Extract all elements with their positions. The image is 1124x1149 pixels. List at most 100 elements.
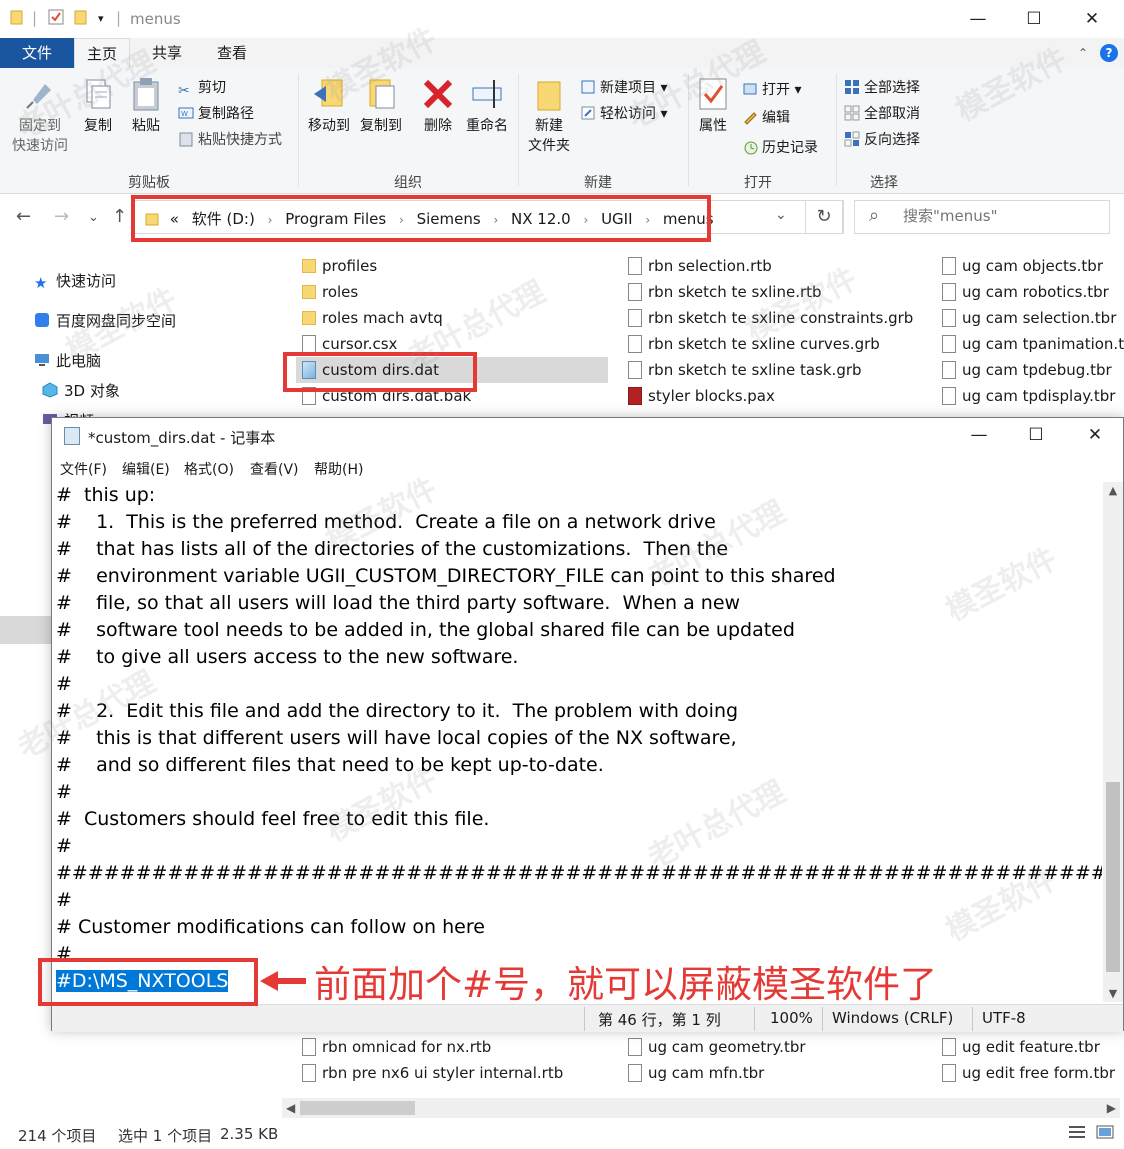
file-icon	[628, 309, 642, 327]
properties-button[interactable]: 属性	[694, 76, 732, 136]
customize-quick-access-icon[interactable]: ▾	[98, 12, 104, 25]
notepad-maximize-button[interactable]: ☐	[1023, 424, 1049, 446]
menu-view[interactable]: 查看(V)	[250, 459, 299, 479]
back-arrow-icon[interactable]: ←	[16, 206, 31, 227]
nav-3d-objects[interactable]: 3D 对象	[42, 380, 120, 401]
ribbon: 固定到 快速访问 复制 粘贴 ✂ 剪切 W 复制路径 粘贴快捷方式 剪贴板 移动到 …	[0, 68, 1124, 194]
list-item[interactable]: rbn sketch te sxline task.grb	[628, 357, 862, 383]
invert-selection-button[interactable]: 反向选择	[844, 130, 920, 150]
select-all-button[interactable]: 全部选择	[844, 78, 920, 98]
tab-home[interactable]: 主页	[74, 38, 131, 68]
tab-file[interactable]: 文件	[0, 38, 74, 68]
refresh-icon[interactable]: ↻	[805, 200, 843, 234]
move-to-button[interactable]: 移动到	[304, 76, 354, 136]
nav-this-pc[interactable]: 此电脑	[34, 350, 101, 371]
scroll-left-arrow-icon[interactable]: ◀	[286, 1098, 295, 1118]
maximize-button[interactable]: ☐	[1021, 8, 1047, 30]
paste-button[interactable]: 粘贴	[126, 76, 166, 136]
list-item[interactable]: roles	[302, 279, 358, 305]
history-button[interactable]: 历史记录	[742, 138, 818, 158]
rename-button[interactable]: 重命名	[462, 76, 512, 136]
nav-quick-access[interactable]: ★ 快速访问	[34, 270, 116, 292]
copy-path-button[interactable]: W 复制路径	[178, 104, 254, 124]
file-icon	[628, 335, 642, 353]
delete-button[interactable]: 删除	[418, 76, 458, 136]
list-item[interactable]: rbn selection.rtb	[628, 253, 772, 279]
item-count: 214 个项目	[18, 1127, 97, 1145]
minimize-button[interactable]: —	[965, 8, 991, 30]
menu-format[interactable]: 格式(O)	[184, 459, 234, 479]
copy-to-button[interactable]: 复制到	[356, 76, 406, 136]
list-item[interactable]: rbn pre nx6 ui styler internal.rtb	[302, 1060, 563, 1086]
large-icons-view-icon[interactable]	[1096, 1124, 1114, 1144]
file-icon	[942, 309, 956, 327]
list-item[interactable]: ug cam mfn.tbr	[628, 1060, 764, 1086]
recent-locations-chevron-icon[interactable]: ⌄	[88, 210, 99, 225]
text-line: # 2. Edit this file and add the director…	[56, 700, 739, 722]
scrollbar-thumb[interactable]	[1106, 782, 1120, 972]
edit-pencil-icon	[744, 112, 757, 125]
list-item[interactable]: rbn omnicad for nx.rtb	[302, 1034, 491, 1060]
list-item[interactable]: ug edit free form.tbr	[942, 1060, 1115, 1086]
collapse-ribbon-icon[interactable]: ⌃	[1074, 44, 1092, 62]
help-icon[interactable]: ?	[1100, 44, 1118, 62]
list-item[interactable]: ug cam selection.tbr	[942, 305, 1116, 331]
list-item[interactable]: rbn sketch te sxline curves.grb	[628, 331, 880, 357]
explorer-titlebar: | ▾ | menus — ☐ ✕	[0, 0, 1124, 38]
list-item[interactable]: roles mach avtq	[302, 305, 443, 331]
new-folder-quick-icon[interactable]	[74, 9, 88, 29]
file-icon	[628, 257, 642, 275]
tab-view[interactable]: 查看	[205, 38, 259, 68]
text-line: # Customer modifications can follow on h…	[56, 916, 485, 938]
list-item[interactable]: ug cam tpanimation.t	[942, 331, 1124, 357]
pin-quick-access-button[interactable]: 固定到 快速访问	[8, 76, 72, 156]
list-item[interactable]: rbn sketch te sxline.rtb	[628, 279, 822, 305]
search-box[interactable]: ⌕	[854, 200, 1110, 234]
list-item[interactable]: ug cam geometry.tbr	[628, 1034, 806, 1060]
menu-file[interactable]: 文件(F)	[60, 459, 107, 479]
copy-button[interactable]: 复制	[78, 76, 118, 136]
list-item[interactable]: ug edit feature.tbr	[942, 1034, 1100, 1060]
list-item[interactable]: ug cam objects.tbr	[942, 253, 1103, 279]
details-view-icon[interactable]	[1068, 1124, 1086, 1144]
new-folder-button[interactable]: 新建 文件夹	[524, 76, 574, 156]
cut-button[interactable]: ✂ 剪切	[178, 78, 226, 99]
up-arrow-icon[interactable]: ↑	[112, 206, 127, 227]
close-button[interactable]: ✕	[1079, 8, 1105, 30]
scroll-down-arrow-icon[interactable]: ▼	[1103, 987, 1123, 1000]
edit-button[interactable]: 编辑	[742, 108, 790, 128]
notepad-minimize-button[interactable]: —	[966, 424, 992, 446]
list-item[interactable]: ug cam robotics.tbr	[942, 279, 1109, 305]
properties-quick-icon[interactable]	[48, 9, 64, 29]
notepad-window: *custom_dirs.dat - 记事本 — ☐ ✕ 文件(F) 编辑(E)…	[51, 417, 1124, 1032]
menu-edit[interactable]: 编辑(E)	[122, 459, 170, 479]
tab-share[interactable]: 共享	[140, 38, 194, 68]
nav-baidu-sync[interactable]: 百度网盘同步空间	[34, 310, 176, 331]
scrollbar-thumb[interactable]	[300, 1101, 415, 1115]
address-dropdown-chevron-icon[interactable]: ⌄	[775, 207, 787, 223]
notepad-text-area[interactable]: # this up: # 1. This is the preferred me…	[56, 482, 1102, 1002]
forward-arrow-icon[interactable]: →	[54, 206, 69, 227]
menu-help[interactable]: 帮助(H)	[314, 459, 363, 479]
notepad-close-button[interactable]: ✕	[1082, 424, 1108, 446]
file-highlight-box	[283, 352, 477, 392]
scroll-right-arrow-icon[interactable]: ▶	[1107, 1098, 1116, 1118]
history-icon	[744, 141, 758, 155]
horizontal-scrollbar[interactable]: ◀ ▶	[282, 1098, 1120, 1118]
easy-access-button[interactable]: 轻松访问 ▾	[580, 104, 667, 124]
list-item[interactable]: styler blocks.pax	[628, 383, 775, 409]
notepad-vertical-scrollbar[interactable]: ▲ ▼	[1103, 482, 1123, 1002]
new-item-button[interactable]: 新建项目 ▾	[580, 78, 667, 98]
list-item[interactable]: profiles	[302, 253, 377, 279]
text-line: # this up:	[56, 484, 156, 506]
scroll-up-arrow-icon[interactable]: ▲	[1103, 484, 1123, 497]
file-icon	[302, 335, 316, 353]
list-item[interactable]: ug cam tpdebug.tbr	[942, 357, 1112, 383]
open-button[interactable]: 打开 ▾	[742, 80, 801, 100]
list-item[interactable]: rbn sketch te sxline constraints.grb	[628, 305, 913, 331]
search-input[interactable]	[903, 207, 1103, 225]
status-divider	[822, 1007, 823, 1031]
select-none-button[interactable]: 全部取消	[844, 104, 920, 124]
list-item[interactable]: ug cam tpdisplay.tbr	[942, 383, 1115, 409]
paste-shortcut-button[interactable]: 粘贴快捷方式	[178, 130, 282, 150]
